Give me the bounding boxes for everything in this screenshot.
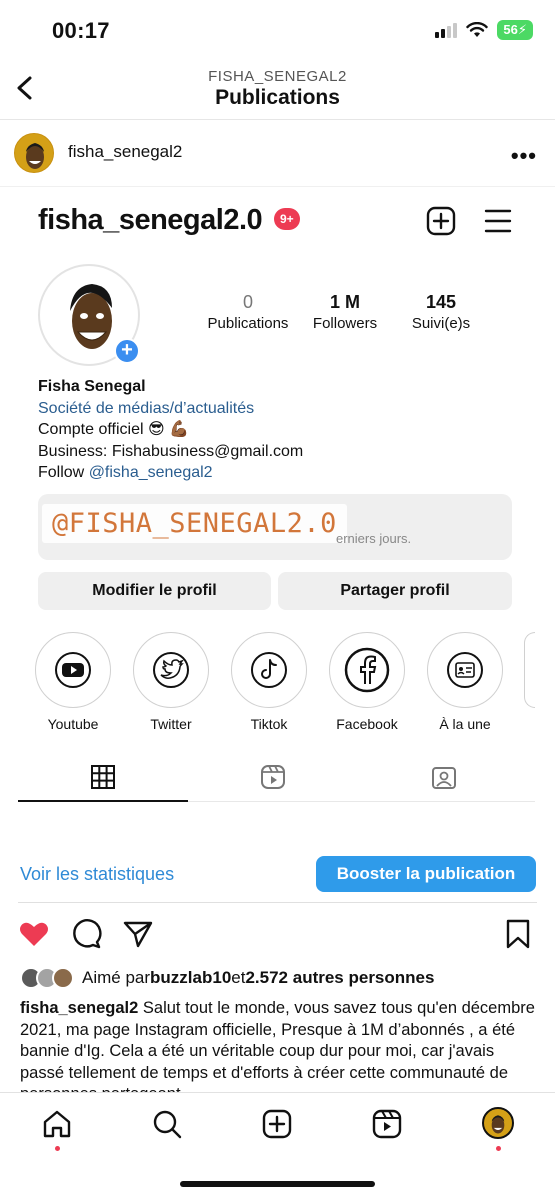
create-icon[interactable]: [262, 1109, 292, 1139]
stat-label: Publications: [207, 315, 289, 332]
likes-others[interactable]: 2.572 autres personnes: [245, 968, 434, 988]
bio-business-email: Business: Fishabusiness@gmail.com: [38, 442, 304, 460]
hamburger-menu-icon: [484, 209, 512, 233]
stat-value: 0: [242, 292, 253, 312]
post-caption: fisha_senegal2 Salut tout le monde, vous…: [20, 998, 540, 1092]
caption-username[interactable]: fisha_senegal2: [20, 999, 138, 1017]
view-insights-link[interactable]: Voir les statistiques: [20, 864, 174, 885]
highlight-twitter: Twitter: [132, 632, 210, 732]
profile-username: fisha_senegal2.0: [38, 204, 263, 236]
bookmark-icon[interactable]: [502, 918, 534, 950]
facebook-icon: [344, 647, 390, 693]
likes-middle: et: [231, 968, 246, 987]
highlight-label: Twitter: [150, 716, 192, 732]
search-icon[interactable]: [152, 1109, 182, 1139]
status-icons: 56⚡: [435, 20, 533, 40]
id-card-icon: [447, 652, 483, 688]
profile-tabs: [18, 748, 535, 802]
profile-bio: Fisha Senegal Société de médias/d’actual…: [38, 376, 303, 484]
bio-category: Société de médias/d’actualités: [38, 399, 255, 417]
highlight-label: Facebook: [336, 716, 398, 732]
bio-follow-prefix: Follow: [38, 464, 89, 481]
comment-icon[interactable]: [70, 918, 102, 950]
nav-header: FISHA_SENEGAL2 Publications: [0, 62, 555, 120]
post-avatar[interactable]: [14, 133, 54, 173]
professional-dashboard: @FISHA_SENEGAL2.0 erniers jours.: [38, 494, 512, 560]
active-tab-underline: [18, 800, 188, 802]
liker-username[interactable]: buzzlab10: [150, 968, 231, 988]
status-bar: 00:17 56⚡: [0, 0, 555, 62]
stat-label: Suivi(e)s: [411, 315, 471, 332]
boost-post-button[interactable]: Booster la publication: [316, 856, 536, 892]
more-options-icon[interactable]: •••: [511, 143, 537, 169]
highlight-label: À la une: [439, 716, 491, 732]
bio-follow-line: Follow @fisha_senegal2: [38, 462, 303, 484]
reels-icon[interactable]: [372, 1109, 402, 1139]
signal-icon: [435, 22, 458, 38]
bio-name: Fisha Senegal: [38, 378, 146, 395]
stat-publications: 0 Publications: [198, 292, 298, 332]
post-header: fisha_senegal2 •••: [0, 121, 555, 187]
caricature-avatar-image: [26, 143, 44, 169]
stat-followers: 1 M Followers: [295, 292, 395, 332]
battery-level: 56: [503, 22, 518, 37]
tagged-icon: [432, 767, 456, 789]
tiktok-icon: [251, 652, 287, 688]
likes-prefix: Aimé par: [82, 968, 151, 987]
nav-subtitle: FISHA_SENEGAL2: [208, 68, 347, 85]
home-icon[interactable]: [42, 1109, 72, 1139]
likes-summary[interactable]: Aimé par buzzlab10 et 2.572 autres perso…: [20, 966, 434, 990]
share-icon[interactable]: [122, 918, 154, 950]
divider: [18, 902, 537, 903]
post-image: fisha_senegal2.0 9+ + 0 Publications 1 M…: [18, 188, 535, 848]
add-story-button: +: [114, 338, 140, 364]
create-post-icon: [426, 206, 456, 236]
wifi-icon: [466, 22, 489, 37]
edit-profile-button: Modifier le profil: [38, 572, 271, 610]
dashboard-text: erniers jours.: [336, 531, 412, 546]
stat-following: 145 Suivi(e)s: [391, 292, 491, 332]
bio-line: Compte officiel 😎 💪🏾: [38, 421, 190, 438]
watermark-overlay: @FISHA_SENEGAL2.0: [42, 504, 347, 543]
highlight-featured: À la une: [426, 632, 504, 732]
grid-icon: [91, 765, 115, 789]
highlight-label: Tiktok: [250, 716, 288, 732]
post-username[interactable]: fisha_senegal2: [68, 142, 182, 162]
share-profile-button: Partager profil: [278, 572, 512, 610]
highlight-label: Youtube: [47, 716, 99, 732]
stat-label: Followers: [312, 315, 378, 332]
highlight-partial: [524, 632, 535, 708]
liker-avatars: [20, 967, 74, 989]
twitter-icon: [153, 652, 189, 688]
stat-value: 1 M: [329, 292, 360, 312]
bio-follow-handle: @fisha_senegal2: [88, 464, 213, 481]
home-indicator: [180, 1181, 375, 1187]
home-notification-dot: [55, 1146, 60, 1151]
youtube-icon: [55, 652, 91, 688]
battery-indicator: 56⚡: [497, 20, 533, 40]
caricature-avatar-image: [491, 1115, 505, 1134]
status-time: 00:17: [52, 18, 110, 43]
reels-icon: [261, 765, 285, 789]
heart-icon[interactable]: [18, 918, 50, 950]
highlight-youtube: Youtube: [34, 632, 112, 732]
highlight-facebook: Facebook: [328, 632, 406, 732]
profile-notification-dot: [496, 1146, 501, 1151]
stat-value: 145: [425, 292, 457, 312]
highlight-tiktok: Tiktok: [230, 632, 308, 732]
notification-badge: 9+: [274, 208, 300, 230]
page-title: Publications: [215, 86, 340, 109]
profile-tab-avatar[interactable]: [482, 1107, 514, 1139]
